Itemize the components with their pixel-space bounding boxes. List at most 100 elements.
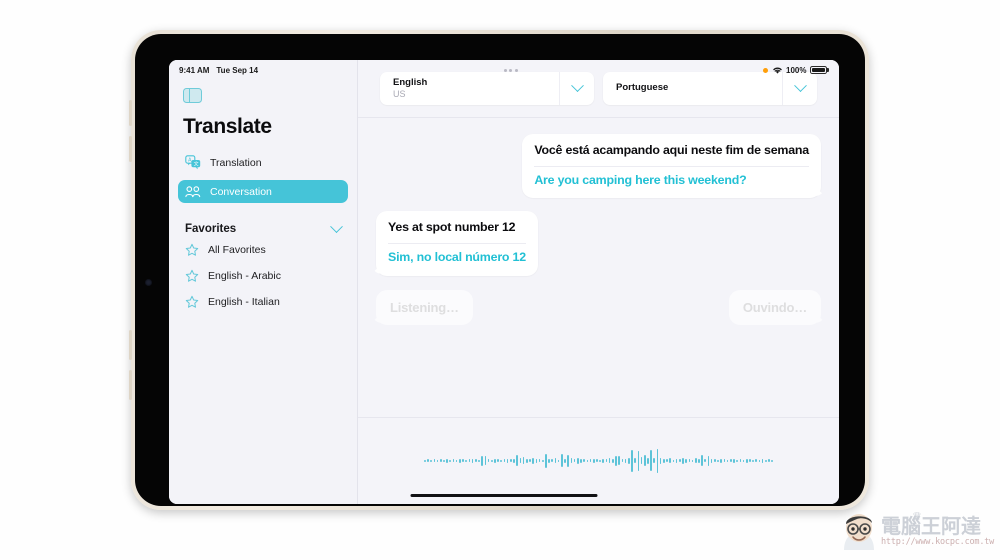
waveform-bar	[672, 459, 675, 462]
waveform-bar	[653, 458, 656, 463]
waveform-bar	[707, 455, 710, 466]
sidebar-item-all-favorites[interactable]: All Favorites	[178, 239, 348, 261]
waveform-bar	[541, 459, 544, 462]
waveform-bar	[586, 459, 589, 462]
waveform-bar	[468, 459, 471, 462]
waveform-bar	[723, 459, 726, 462]
dot	[514, 68, 518, 72]
waveform-bar	[643, 455, 646, 466]
waveform-bar	[621, 459, 624, 462]
waveform-bar	[627, 457, 630, 464]
waveform-bar	[752, 459, 754, 462]
side-button-second[interactable]	[129, 136, 132, 162]
waveform-bar	[726, 459, 729, 462]
waveform-bar	[685, 458, 687, 463]
favorite-label: English - Italian	[208, 296, 280, 308]
waveform-bar	[538, 459, 541, 462]
crown-icon: ♛	[912, 511, 922, 523]
star-outline-icon	[185, 243, 199, 257]
waveform-bar	[688, 459, 691, 462]
waveform-bar	[749, 459, 751, 462]
waveform-bar	[497, 459, 499, 462]
waveform-bar	[532, 457, 534, 464]
conversation-list: Você está acampando aqui neste fim de se…	[358, 118, 839, 418]
waveform-bar	[765, 459, 767, 462]
message-translated-text: Are you camping here this weekend?	[534, 172, 747, 187]
favorites-label: Favorites	[185, 223, 237, 235]
waveform-bar	[490, 459, 493, 462]
waveform-bar	[589, 459, 592, 462]
page-title: Translate	[183, 115, 272, 138]
home-indicator[interactable]	[410, 493, 598, 497]
waveform-bar	[624, 458, 627, 463]
dot	[503, 68, 507, 72]
waveform-bar	[714, 459, 716, 462]
target-language-text: Portuguese	[603, 83, 782, 94]
favorite-label: English - Arabic	[208, 270, 281, 282]
volume-up-button[interactable]	[129, 330, 132, 360]
waveform-bar	[637, 450, 640, 471]
listening-bubble-right[interactable]: Ouvindo…	[728, 289, 821, 325]
waveform-bar	[576, 457, 579, 464]
waveform-bar	[567, 454, 570, 467]
waveform-bar	[615, 455, 617, 466]
waveform-bar	[659, 457, 662, 464]
listening-bubble-left[interactable]: Listening…	[376, 289, 473, 325]
sidebar-toggle-icon[interactable]	[183, 88, 202, 103]
waveform-bar	[519, 458, 522, 463]
microphone-active-dot-icon	[763, 67, 769, 73]
waveform-bar	[462, 459, 464, 462]
waveform-bar	[557, 459, 560, 462]
waveform-bar	[755, 459, 758, 462]
side-button-top[interactable]	[129, 100, 132, 126]
multitask-dots-icon[interactable]	[503, 68, 518, 72]
status-date: Tue Sep 14	[216, 65, 259, 75]
volume-down-button[interactable]	[129, 370, 132, 400]
audio-waveform	[423, 448, 774, 474]
translation-bubbles-icon: A 文	[185, 155, 201, 170]
sidebar-item-translation[interactable]: A 文 Translation	[178, 151, 348, 174]
waveform-bar	[592, 458, 595, 463]
waveform-bar	[529, 459, 531, 462]
audio-input-area[interactable]	[358, 418, 839, 503]
waveform-bar	[525, 458, 528, 463]
sidebar-item-english-arabic[interactable]: English - Arabic	[178, 265, 348, 287]
target-language-name: Portuguese	[616, 82, 669, 94]
divider	[388, 242, 526, 244]
waveform-bar	[771, 459, 774, 462]
waveform-bar	[720, 458, 723, 463]
source-language-text: English US	[380, 78, 559, 99]
source-language-region: US	[393, 88, 406, 99]
status-bar-right: 100%	[763, 66, 829, 75]
waveform-bar	[561, 454, 563, 467]
watermark-text: 電腦王阿達 http://www.kocpc.com.tw	[881, 516, 994, 547]
waveform-bar	[510, 459, 512, 462]
waveform-bar	[583, 459, 585, 462]
message-bubble-left[interactable]: Yes at spot number 12 Sim, no local núme…	[376, 211, 538, 276]
waveform-bar	[596, 459, 598, 462]
waveform-bar	[535, 458, 538, 463]
waveform-bar	[545, 453, 547, 468]
favorites-section-header[interactable]: Favorites	[185, 219, 343, 235]
waveform-bar	[449, 459, 452, 462]
waveform-bar	[761, 458, 764, 463]
status-bar-left: 9:41 AM Tue Sep 14	[179, 66, 258, 75]
message-source-text: Yes at spot number 12	[388, 220, 516, 235]
wifi-icon	[772, 67, 782, 74]
waveform-bar	[443, 459, 445, 462]
battery-icon	[809, 66, 829, 74]
front-camera	[145, 279, 152, 286]
waveform-bar	[455, 459, 458, 462]
sidebar-item-conversation[interactable]: Conversation	[178, 180, 348, 203]
waveform-bar	[484, 456, 487, 465]
waveform-bar	[580, 458, 582, 463]
waveform-bar	[663, 458, 665, 463]
sidebar-item-english-italian[interactable]: English - Italian	[178, 291, 348, 313]
chevron-down-icon[interactable]	[330, 219, 343, 233]
waveform-bar	[506, 458, 509, 463]
device-bezel: 9:41 AM Tue Sep 14 100% Translate A 文 Tr…	[135, 34, 865, 506]
waveform-bar	[669, 458, 672, 463]
message-translated-text: Sim, no local número 12	[388, 249, 526, 264]
status-bar: 9:41 AM Tue Sep 14 100%	[169, 60, 839, 80]
message-bubble-right[interactable]: Você está acampando aqui neste fim de se…	[522, 134, 821, 199]
